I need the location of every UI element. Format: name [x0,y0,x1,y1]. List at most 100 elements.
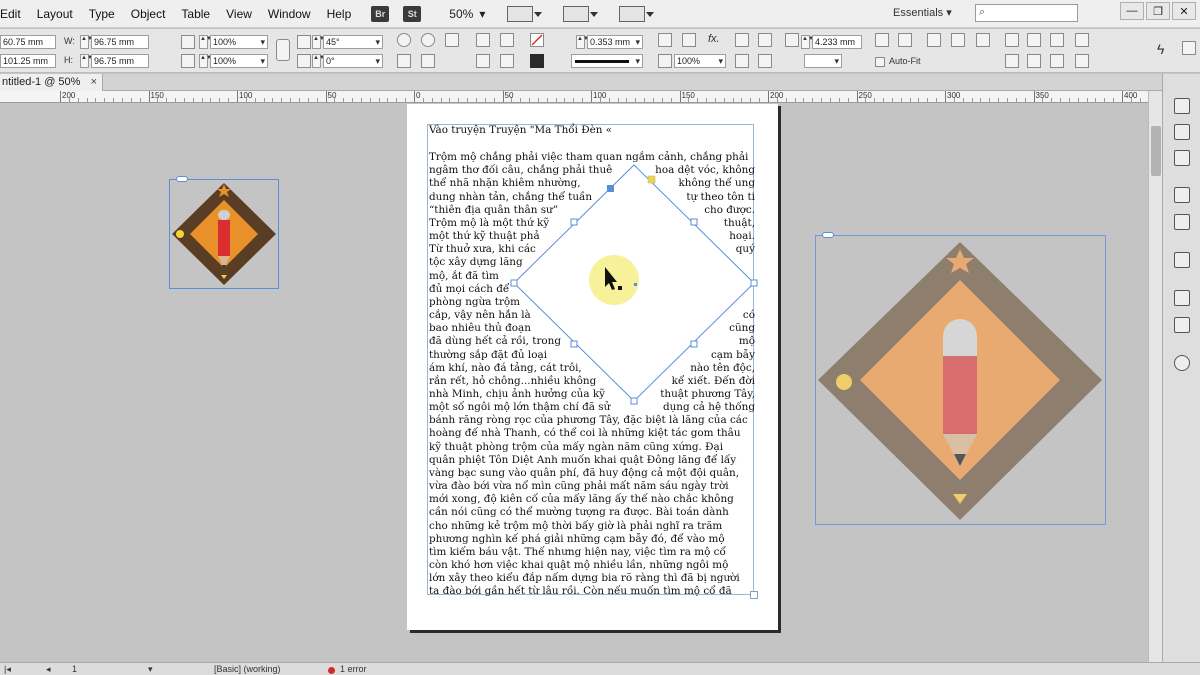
frame-handle-top[interactable] [607,185,614,192]
width-stepper[interactable]: ▲▼ [80,35,93,49]
frame-handle-tr[interactable] [690,218,698,226]
rotate-cw-icon[interactable] [397,33,411,47]
frame-handle-bottom[interactable] [630,397,638,405]
frame-handle-right[interactable] [750,279,758,287]
menu-type[interactable]: Type [81,7,123,21]
opacity-field[interactable]: 100% [674,54,726,68]
zoom-select[interactable]: 50% ▾ [449,7,485,21]
stroke-type-select[interactable] [571,54,643,68]
scrollbar-thumb[interactable] [1151,126,1161,176]
effects-icon[interactable] [682,33,696,47]
dimension-stepper[interactable]: ▲▼ [801,35,814,49]
panel-menu-icon[interactable] [1182,41,1196,55]
align-bottom-edges-icon[interactable] [1050,54,1064,68]
scale-x-stepper[interactable]: ▲▼ [199,35,212,49]
fit-content-icon[interactable] [875,33,889,47]
y-position-field[interactable]: 101.25 mm [0,54,56,68]
fit-frame-icon[interactable] [898,33,912,47]
horizontal-ruler[interactable]: 200 150 100 50 0 50 100 150 200 250 300 350 400 [0,91,1148,103]
width-field[interactable]: 96.75 mm [91,35,149,49]
stroke-panel-icon[interactable] [1174,187,1190,203]
distribute-h-icon[interactable] [1075,33,1089,47]
scale-y-field[interactable]: 100% [210,54,268,68]
menu-object[interactable]: Object [123,7,174,21]
shear-field[interactable]: 0° [323,54,383,68]
align-v-centers-icon[interactable] [1027,54,1041,68]
menu-view[interactable]: View [218,7,260,21]
preflight-status[interactable]: 1 error [340,663,367,675]
frame-handle-br[interactable] [690,340,698,348]
preflight-profile[interactable]: [Basic] (working) [214,663,281,675]
stroke-weight-stepper[interactable]: ▲▼ [576,35,589,49]
swatches-panel-icon[interactable] [1174,214,1190,230]
close-tab-icon[interactable]: × [91,74,97,90]
frame-handle-bl[interactable] [570,340,578,348]
align-right-edges-icon[interactable] [1050,33,1064,47]
dimension-field[interactable]: 4.233 mm [812,35,862,49]
close-button[interactable]: ✕ [1172,2,1196,20]
center-content-icon[interactable] [951,33,965,47]
first-page-icon[interactable]: |◂ [4,663,11,675]
menu-edit[interactable]: Edit [0,7,29,21]
rotation-field[interactable]: 45° [323,35,383,49]
paragraph-styles-icon[interactable] [1174,317,1190,333]
align-h-centers-icon[interactable] [1027,33,1041,47]
align-top-edges-icon[interactable] [1005,54,1019,68]
view-options-icon[interactable] [507,5,543,22]
live-corner-handle[interactable] [647,175,656,184]
layers-panel-icon[interactable] [1174,124,1190,140]
distribute-icon[interactable] [500,33,514,47]
constrain-proportions-icon[interactable] [276,39,290,61]
corner-shape-select[interactable] [804,54,842,68]
vertical-scrollbar[interactable] [1148,91,1162,662]
menu-window[interactable]: Window [260,7,319,21]
links-panel-icon[interactable] [1174,150,1190,166]
align-top-icon[interactable] [476,33,490,47]
drop-shadow-icon[interactable] [658,33,672,47]
text-wrap-none-icon[interactable] [735,33,749,47]
align-left-edges-icon[interactable] [1005,33,1019,47]
frame-handle-tl[interactable] [570,218,578,226]
selection-tool-icon[interactable] [445,33,459,47]
cc-libraries-icon[interactable] [1174,355,1190,371]
text-wrap-bbox-icon[interactable] [758,33,772,47]
page-number-field[interactable]: 1 [72,663,77,675]
rotation-stepper[interactable]: ▲▼ [312,35,325,49]
bridge-button[interactable]: Br [371,5,390,22]
screen-mode-icon[interactable] [563,5,599,22]
frame-handle-left[interactable] [510,279,518,287]
character-panel-icon[interactable] [1174,290,1190,306]
restore-button[interactable]: ❐ [1146,2,1170,20]
lightning-icon[interactable]: ϟ [1157,41,1164,57]
table-panel-icon[interactable] [1174,252,1190,268]
fit-proportionally-icon[interactable] [976,33,990,47]
fx-icon[interactable]: fx. [708,33,720,45]
pasteboard[interactable]: Vào truyện Truyện "Ma Thổi Đèn « Trộm mộ… [0,104,1148,662]
prev-page-icon[interactable]: ◂ [46,663,51,675]
x-position-field[interactable]: 60.75 mm [0,35,56,49]
menu-layout[interactable]: Layout [29,7,81,21]
stock-button[interactable]: St [403,5,422,22]
text-wrap-shape-icon[interactable] [735,54,749,68]
menu-help[interactable]: Help [319,7,360,21]
text-wrap-jump-icon[interactable] [758,54,772,68]
auto-fit-checkbox[interactable] [875,57,885,67]
align-center-icon[interactable] [500,54,514,68]
small-pencil-badge[interactable] [170,180,278,288]
pages-panel-icon[interactable] [1174,98,1190,114]
selected-diamond-frame[interactable] [508,159,760,411]
stroke-weight-field[interactable]: 0.353 mm [587,35,643,49]
document-tab[interactable]: ntitled-1 @ 50% × [0,74,103,91]
minimize-button[interactable]: — [1120,2,1144,20]
fill-frame-icon[interactable] [927,33,941,47]
fill-swatch-icon[interactable] [530,33,544,47]
scale-y-stepper[interactable]: ▲▼ [199,54,212,68]
distribute-v-icon[interactable] [1075,54,1089,68]
workspace-switcher[interactable]: Essentials ▾ [893,6,952,19]
align-left-icon[interactable] [476,54,490,68]
scale-x-field[interactable]: 100% [210,35,268,49]
arrange-documents-icon[interactable] [619,5,655,22]
height-stepper[interactable]: ▲▼ [80,54,93,68]
flip-horizontal-icon[interactable] [397,54,411,68]
shear-stepper[interactable]: ▲▼ [312,54,325,68]
